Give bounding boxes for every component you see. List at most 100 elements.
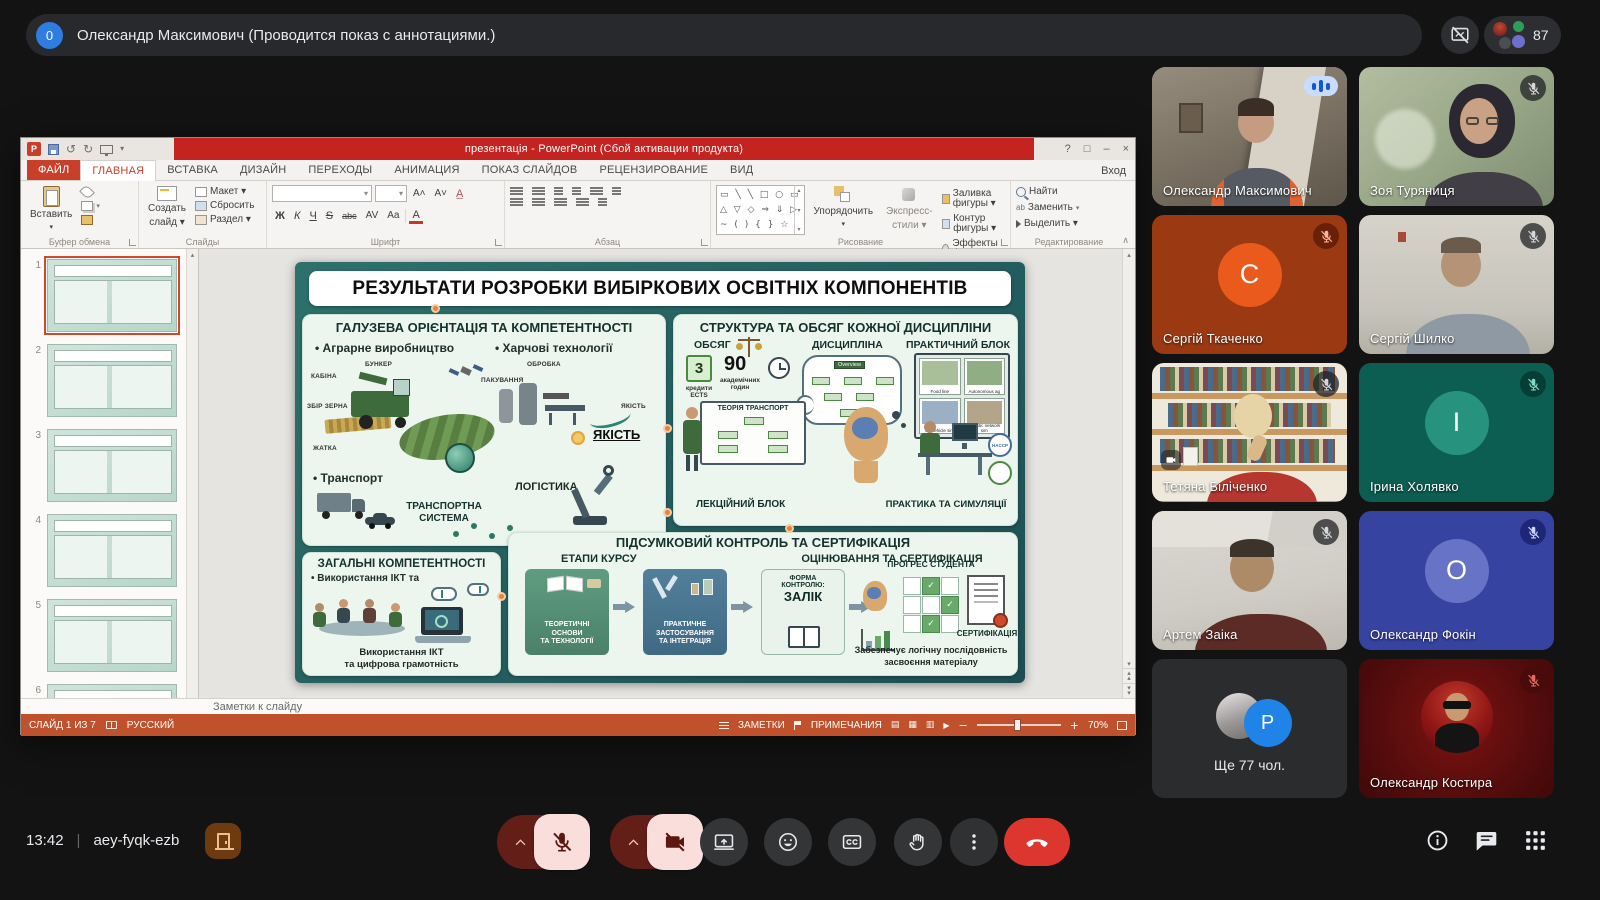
previous-slide-button[interactable]: ▴▴ <box>1123 668 1135 683</box>
slideshow-view-button[interactable]: ▶ <box>943 721 949 730</box>
redo-icon[interactable]: ↻ <box>83 143 93 155</box>
zoom-level[interactable]: 70% <box>1088 720 1108 731</box>
slide-sorter-button[interactable]: ▦ <box>908 720 917 730</box>
meeting-details-icon[interactable] <box>1425 828 1450 853</box>
clear-formatting-button[interactable]: A̲ <box>453 186 466 202</box>
tab-review[interactable]: РЕЦЕНЗИРОВАНИЕ <box>588 160 719 180</box>
participant-tile-iryna-kholyavko[interactable]: I Ірина Холявко <box>1359 363 1554 502</box>
change-case-button[interactable]: Aa <box>384 208 402 224</box>
reactions-button[interactable] <box>764 818 812 866</box>
layout-button[interactable]: Макет ▾ <box>195 187 254 197</box>
format-painter-button[interactable] <box>81 215 100 225</box>
tab-design[interactable]: ДИЗАЙН <box>229 160 297 180</box>
overflow-tile-more-participants[interactable]: P Ще 77 чол. <box>1152 659 1347 798</box>
tab-transitions[interactable]: ПЕРЕХОДЫ <box>297 160 383 180</box>
italic-button[interactable]: К <box>291 208 303 224</box>
text-direction-button[interactable] <box>612 187 621 189</box>
zoom-out-button[interactable]: − <box>959 719 968 732</box>
font-dialog-launcher[interactable] <box>495 239 502 246</box>
slide-thumbnail-6[interactable]: 6 <box>29 684 182 698</box>
shrink-font-button[interactable]: A˅ <box>432 186 451 202</box>
start-slideshow-icon[interactable] <box>100 145 113 154</box>
reset-button[interactable]: Сбросить <box>195 201 254 211</box>
copy-button[interactable]: ▾ <box>81 201 100 211</box>
numbering-button[interactable] <box>532 187 545 189</box>
thumbnail-scrollbar[interactable]: ▴ <box>186 249 198 698</box>
arrange-button[interactable]: Упорядочить ▾ <box>810 185 878 235</box>
drawing-dialog-launcher[interactable] <box>1001 239 1008 246</box>
replace-button[interactable]: abЗаменить▾ <box>1016 203 1079 213</box>
captions-button[interactable] <box>828 818 876 866</box>
participant-tile-artem-zaika[interactable]: Артем Заіка <box>1152 511 1347 650</box>
tab-file[interactable]: ФАЙЛ <box>27 160 80 180</box>
customize-qat-icon[interactable]: ▾ <box>120 145 124 153</box>
participant-tile-oleksandr-maksymovych[interactable]: Олександр Максимович <box>1152 67 1347 206</box>
end-call-button[interactable] <box>1004 818 1070 866</box>
increase-indent-button[interactable] <box>572 187 581 189</box>
activities-grid-icon[interactable] <box>1523 828 1548 853</box>
zoom-slider[interactable] <box>977 724 1061 726</box>
find-button[interactable]: Найти <box>1016 187 1079 197</box>
present-screen-button[interactable] <box>700 818 748 866</box>
grow-font-button[interactable]: A˄ <box>410 186 429 202</box>
sign-in-link[interactable]: Вход <box>1101 160 1126 181</box>
font-name-dropdown[interactable]: ▾ <box>272 185 372 202</box>
font-size-dropdown[interactable]: ▾ <box>375 185 407 202</box>
help-button[interactable]: ? <box>1065 143 1071 155</box>
fit-slide-button[interactable] <box>1117 721 1127 730</box>
tab-home[interactable]: ГЛАВНАЯ <box>80 160 156 181</box>
normal-view-button[interactable]: ▤ <box>891 720 900 730</box>
justify-button[interactable] <box>576 198 589 200</box>
language-indicator[interactable]: РУССКИЙ <box>127 720 174 731</box>
zoom-slider-thumb[interactable] <box>1014 719 1021 731</box>
close-button[interactable]: × <box>1123 143 1129 155</box>
powerpoint-logo-icon[interactable]: P <box>27 142 41 156</box>
reading-view-button[interactable]: ▥ <box>926 720 935 730</box>
strikethrough-button[interactable]: S <box>323 208 336 224</box>
align-right-button[interactable] <box>554 198 567 200</box>
raise-hand-button[interactable] <box>894 818 942 866</box>
minimize-button[interactable]: – <box>1103 143 1109 155</box>
tab-view[interactable]: ВИД <box>719 160 764 180</box>
character-spacing-button[interactable]: AV <box>363 208 382 224</box>
slide-scrollbar[interactable]: ▴ ▾ ▴▴ ▾▾ <box>1122 249 1135 698</box>
align-left-button[interactable] <box>510 198 523 200</box>
participant-tile-serhii-shylko[interactable]: Сергій Шилко <box>1359 215 1554 354</box>
breakout-room-button[interactable] <box>205 823 241 859</box>
decrease-indent-button[interactable] <box>554 187 563 189</box>
restore-button[interactable]: □ <box>1084 143 1091 155</box>
tab-animations[interactable]: АНИМАЦИЯ <box>383 160 470 180</box>
undo-icon[interactable]: ↺ <box>66 143 76 155</box>
notes-toggle[interactable]: ЗАМЕТКИ <box>738 720 785 731</box>
save-icon[interactable] <box>48 144 59 155</box>
select-button[interactable]: Выделить ▾ <box>1016 219 1079 229</box>
collapse-ribbon-button[interactable]: ∧ <box>1122 236 1129 246</box>
slide-thumbnail-2[interactable]: 2 <box>29 344 182 417</box>
font-color-button[interactable]: A <box>409 209 422 224</box>
participant-tile-serhii-tkachenko[interactable]: C Сергій Ткаченко <box>1152 215 1347 354</box>
paste-button[interactable]: Вставить ▾ <box>26 185 76 235</box>
tab-insert[interactable]: ВСТАВКА <box>156 160 229 180</box>
paragraph-dialog-launcher[interactable] <box>701 239 708 246</box>
spellcheck-icon[interactable] <box>106 721 117 729</box>
slide-thumbnail-3[interactable]: 3 <box>29 429 182 502</box>
cut-button[interactable] <box>81 187 100 197</box>
tab-slideshow[interactable]: ПОКАЗ СЛАЙДОВ <box>471 160 589 180</box>
shapes-gallery[interactable]: ▭ ╲ ╲ □ ○ ▭ △ ▽ ◇ ⇒ ⇓ ▷ ~ ( ) { } ☆ ▴▾▾ <box>716 185 805 235</box>
underline-button[interactable]: Ч <box>306 208 319 224</box>
participant-tile-oleksandr-fokin[interactable]: O Олександр Фокін <box>1359 511 1554 650</box>
columns-button[interactable] <box>598 198 607 200</box>
shape-fill-button[interactable]: Заливка фигуры ▾ <box>942 189 1005 209</box>
zoom-in-button[interactable]: + <box>1070 719 1079 732</box>
new-slide-button[interactable]: Создать слайд ▾ <box>144 185 190 235</box>
align-center-button[interactable] <box>532 198 545 200</box>
clipboard-dialog-launcher[interactable] <box>129 239 136 246</box>
mic-muted-button[interactable] <box>534 814 590 870</box>
slide-thumbnail-4[interactable]: 4 <box>29 514 182 587</box>
shape-outline-button[interactable]: Контур фигуры ▾ <box>942 214 1005 234</box>
section-button[interactable]: Раздел ▾ <box>195 215 254 225</box>
bold-button[interactable]: Ж <box>272 208 288 224</box>
participants-count-button[interactable]: 87 <box>1484 16 1561 54</box>
text-shadow-button[interactable]: abc <box>339 208 360 224</box>
slide-thumbnail-1[interactable]: 1 <box>29 259 182 332</box>
